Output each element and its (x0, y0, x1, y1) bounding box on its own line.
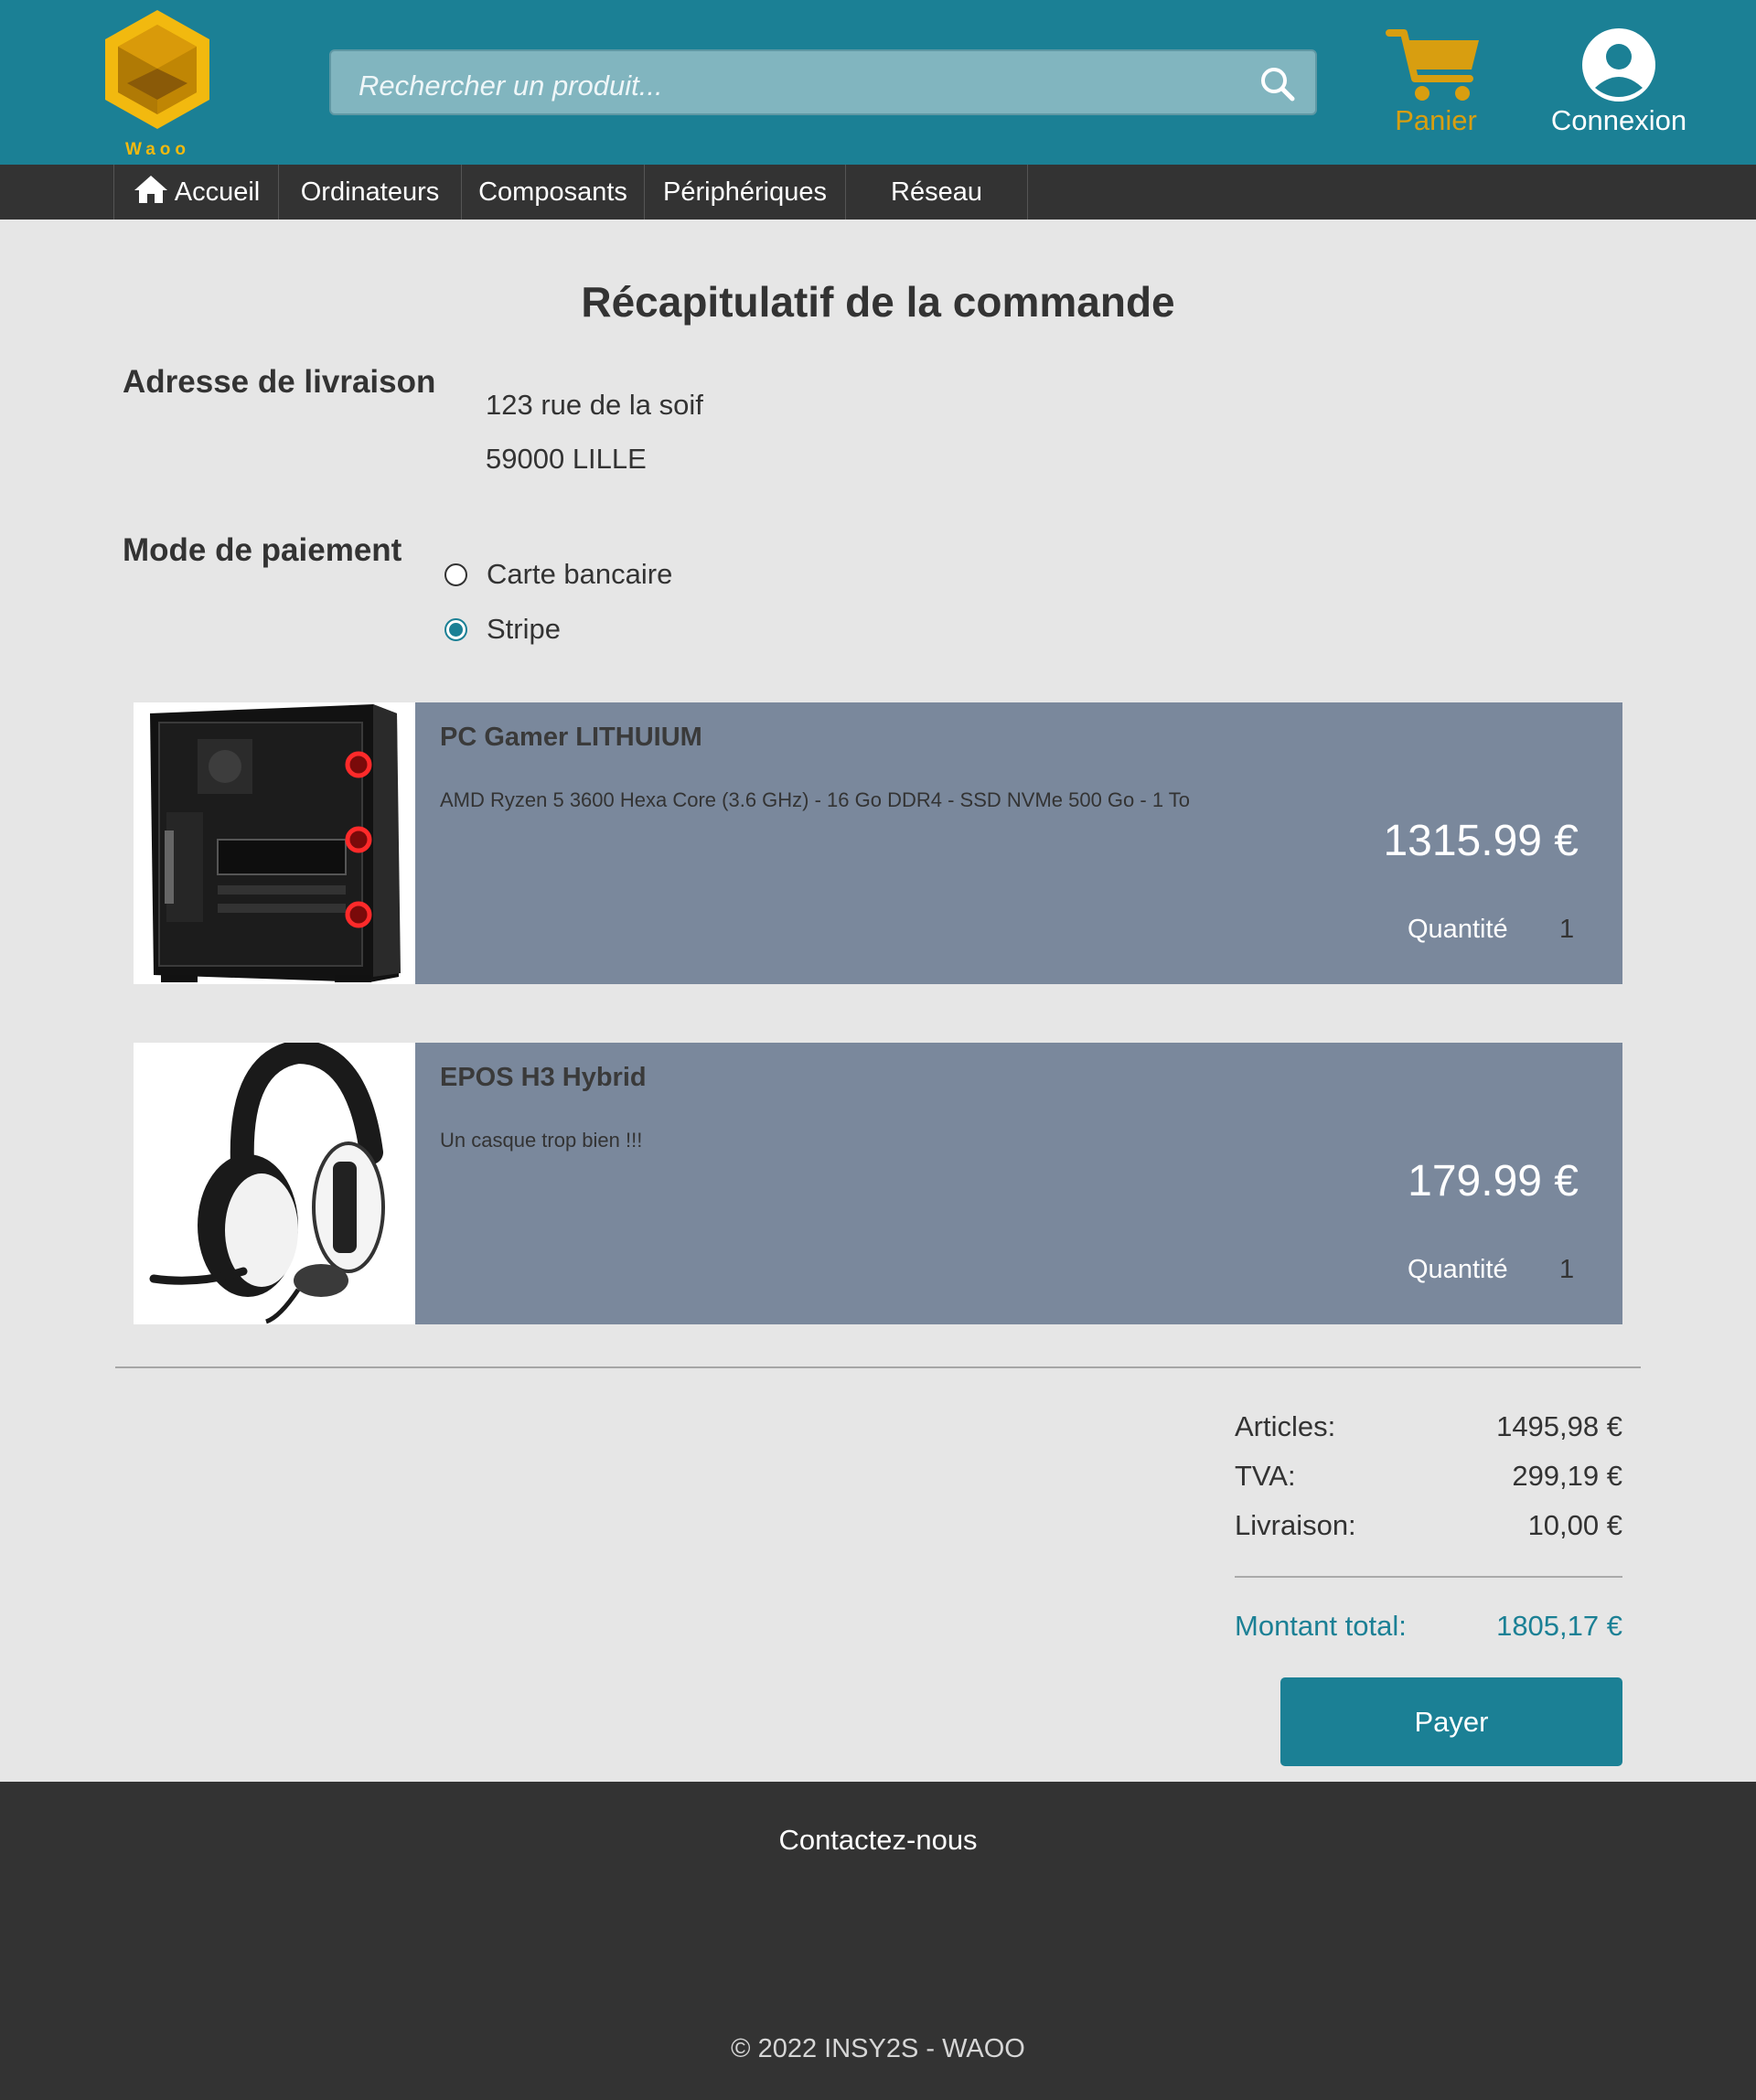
pay-button[interactable]: Payer (1280, 1677, 1622, 1766)
home-icon (134, 176, 167, 203)
summary-label: Articles: (1235, 1410, 1336, 1442)
summary-total: Montant total: 1805,17 € (1235, 1610, 1622, 1646)
login-button[interactable]: Connexion (1536, 27, 1701, 142)
radio-label[interactable]: Stripe (487, 613, 561, 646)
total-value: 1805,17 € (1496, 1610, 1622, 1642)
footer: Contactez-nous © 2022 INSY2S - WAOO (0, 1782, 1756, 2100)
summary-value: 1495,98 € (1496, 1410, 1622, 1442)
summary-tva: TVA: 299,19 € (1235, 1460, 1622, 1496)
product-card: PC Gamer LITHUIUM AMD Ryzen 5 3600 Hexa … (134, 702, 1622, 984)
summary-shipping: Livraison: 10,00 € (1235, 1509, 1622, 1546)
cart-label: Panier (1395, 104, 1477, 136)
nav-label: Périphériques (663, 177, 827, 207)
header: Waoo Rechercher un produit... Panier Con… (0, 0, 1756, 165)
nav-label: Accueil (174, 177, 261, 207)
product-price: 1315.99 € (1383, 817, 1579, 865)
address-line-1: 123 rue de la soif (486, 389, 703, 421)
cart-button[interactable]: Panier (1386, 27, 1486, 142)
summary-articles: Articles: 1495,98 € (1235, 1410, 1622, 1447)
summary-value: 299,19 € (1512, 1460, 1622, 1492)
nav-item-peripheriques[interactable]: Périphériques (644, 165, 845, 220)
radio-label[interactable]: Carte bancaire (487, 558, 672, 591)
contact-link[interactable]: Contactez-nous (0, 1824, 1756, 1857)
quantity-value: 1 (1559, 1255, 1575, 1284)
address-line-2: 59000 LILLE (486, 443, 647, 475)
summary-label: TVA: (1235, 1460, 1296, 1492)
search-input[interactable]: Rechercher un produit... (359, 70, 663, 102)
quantity-value: 1 (1559, 915, 1575, 944)
product-name[interactable]: EPOS H3 Hybrid (440, 1063, 647, 1093)
radio-button-selected[interactable] (444, 617, 467, 641)
logo[interactable]: Waoo (96, 5, 220, 162)
address-heading: Adresse de livraison (123, 364, 436, 400)
page-title: Récapitulatif de la commande (581, 278, 1175, 326)
payment-option-stripe[interactable]: Stripe (444, 611, 561, 648)
nav-item-composants[interactable]: Composants (461, 165, 644, 220)
nav-item-reseau[interactable]: Réseau (845, 165, 1028, 220)
product-name[interactable]: PC Gamer LITHUIUM (440, 723, 702, 753)
radio-button[interactable] (444, 562, 467, 586)
product-card: EPOS H3 Hybrid Un casque trop bien !!! 1… (134, 1039, 1622, 1324)
nav-item-accueil[interactable]: Accueil (113, 165, 278, 220)
user-icon (1582, 28, 1655, 102)
logo-hexagon-icon (105, 10, 209, 129)
login-label: Connexion (1550, 104, 1687, 136)
logo-text: Waoo (124, 140, 190, 159)
search-bar[interactable]: Rechercher un produit... (329, 49, 1317, 115)
summary-divider (1235, 1576, 1622, 1578)
product-price: 179.99 € (1408, 1157, 1579, 1205)
nav-label: Réseau (891, 177, 982, 207)
quantity-label: Quantité (1408, 1255, 1508, 1284)
product-description: Un casque trop bien !!! (440, 1129, 643, 1152)
section-divider (115, 1366, 1641, 1368)
headset-image (134, 1039, 415, 1324)
payment-heading: Mode de paiement (123, 532, 402, 568)
payment-option-carte[interactable]: Carte bancaire (444, 556, 672, 593)
pc-case-image (134, 702, 415, 984)
main-nav: Accueil Ordinateurs Composants Périphéri… (0, 165, 1756, 220)
nav-item-ordinateurs[interactable]: Ordinateurs (278, 165, 461, 220)
nav-label: Composants (478, 177, 627, 207)
product-description: AMD Ryzen 5 3600 Hexa Core (3.6 GHz) - 1… (440, 788, 1191, 811)
copyright: © 2022 INSY2S - WAOO (731, 2034, 1025, 2063)
summary-value: 10,00 € (1527, 1509, 1622, 1541)
summary-label: Livraison: (1235, 1509, 1356, 1541)
search-icon[interactable] (1258, 65, 1297, 103)
total-label: Montant total: (1235, 1610, 1407, 1642)
cart-icon (1386, 29, 1479, 101)
quantity-label: Quantité (1408, 915, 1508, 944)
nav-label: Ordinateurs (300, 177, 440, 207)
